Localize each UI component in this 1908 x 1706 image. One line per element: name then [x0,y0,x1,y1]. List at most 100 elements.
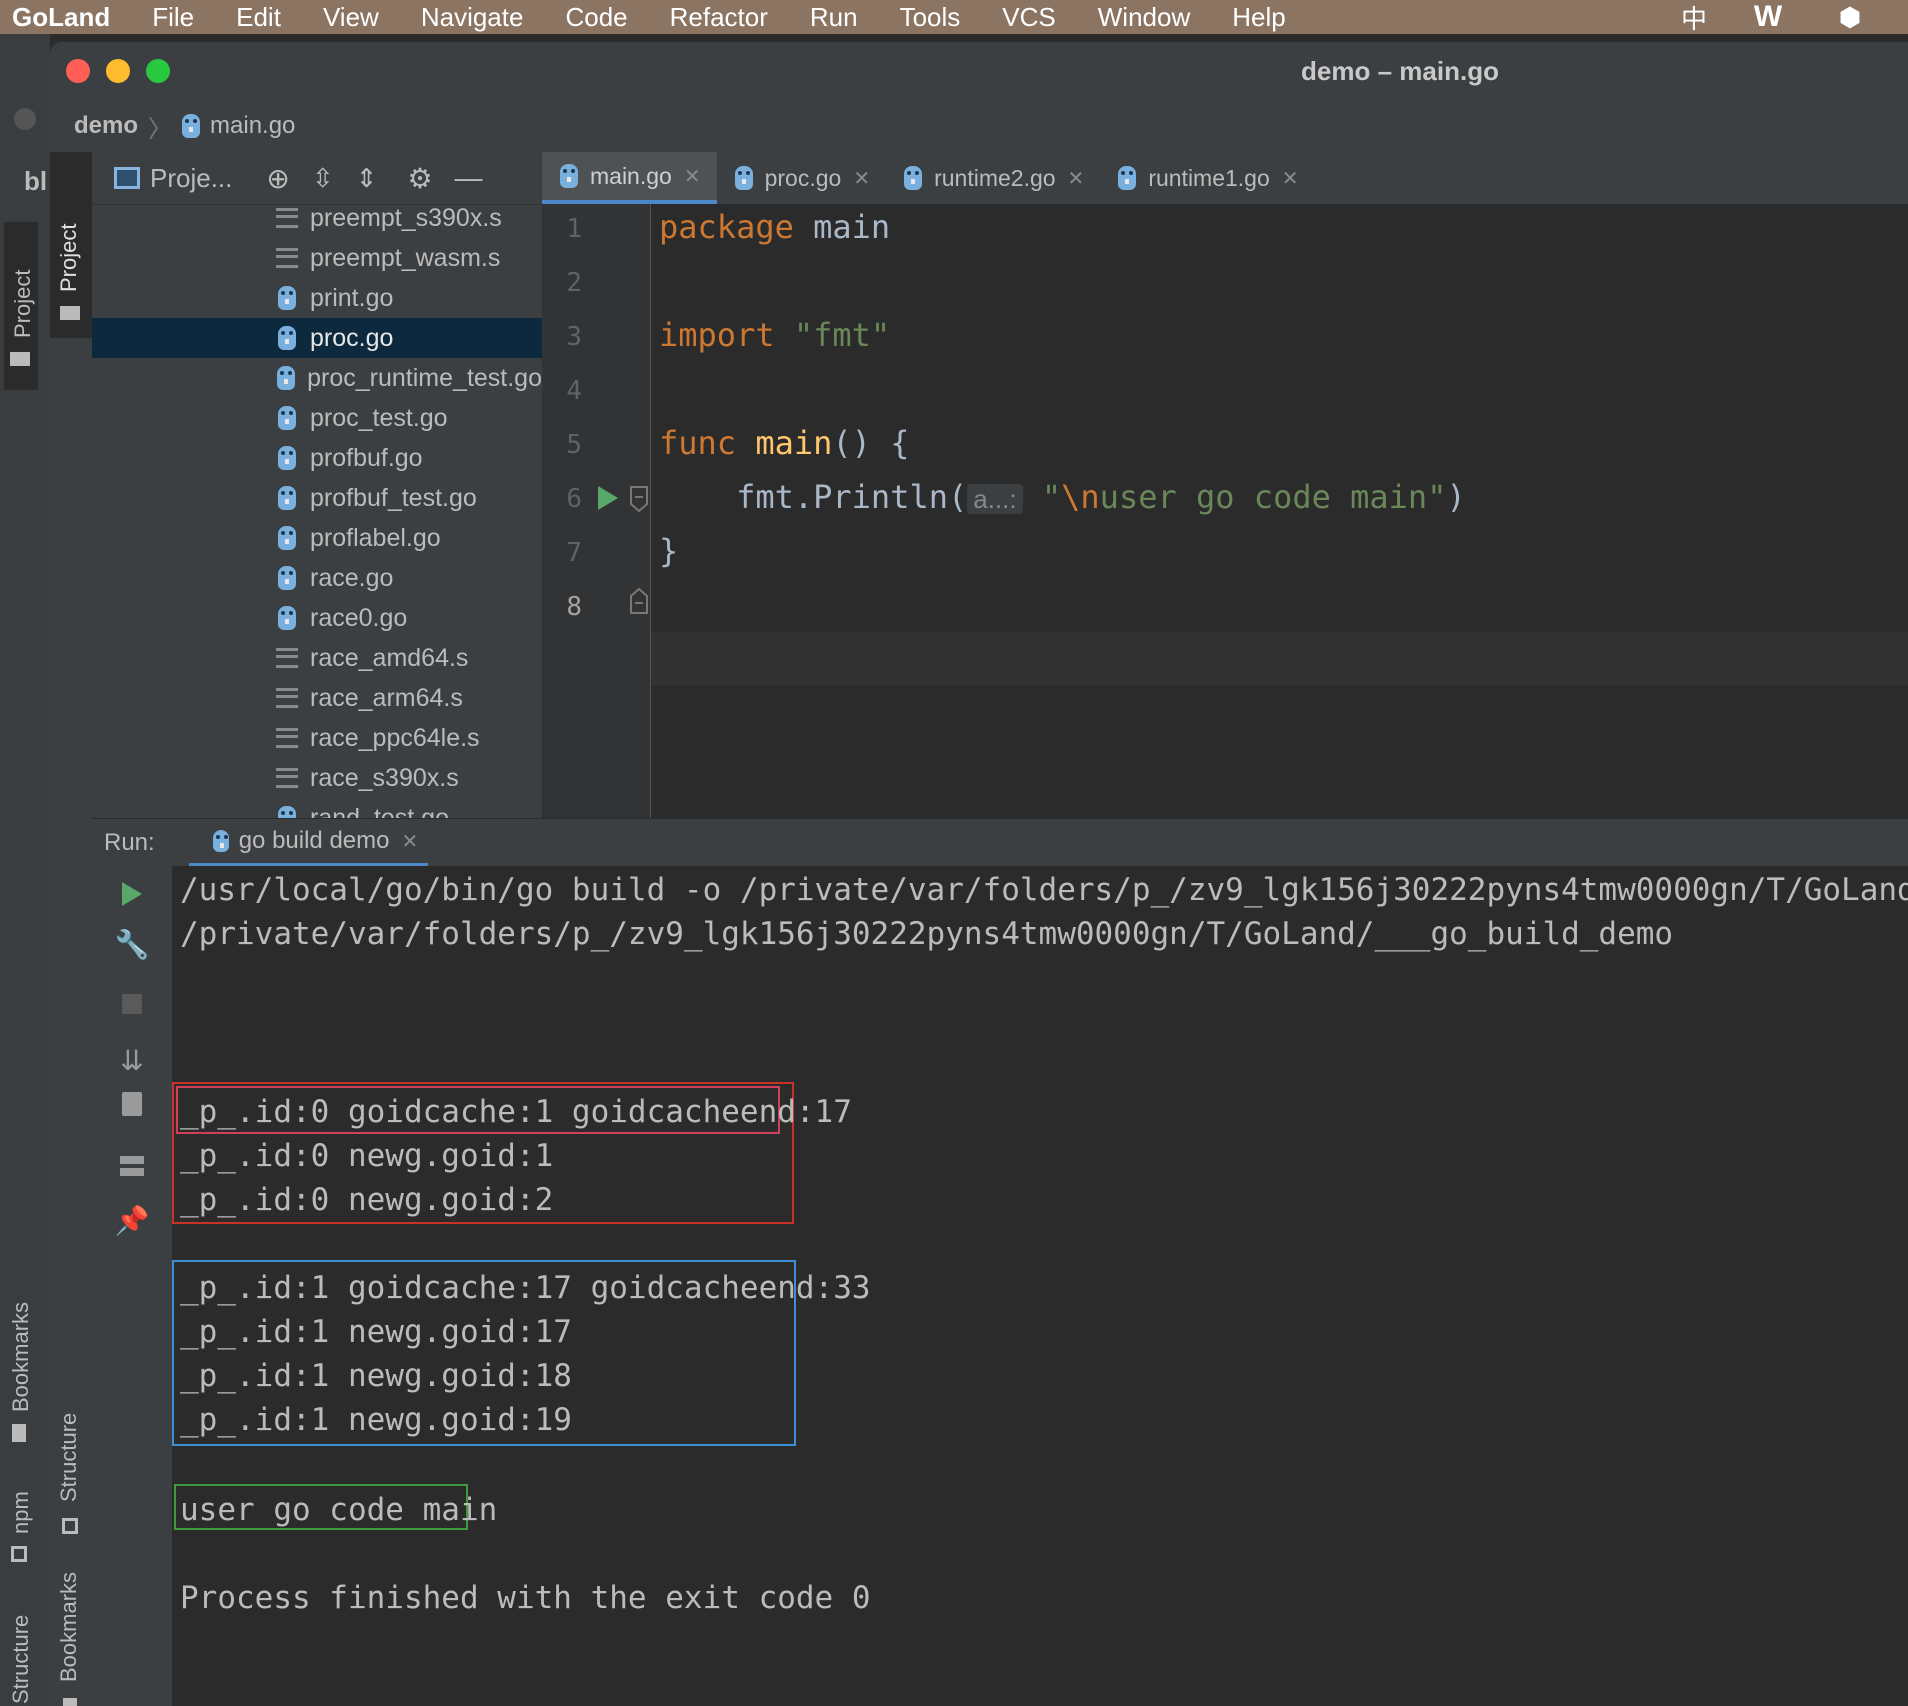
pin-icon[interactable]: 📌 [92,1204,172,1237]
stop-icon[interactable] [122,994,142,1014]
background-window: bl Project [0,34,50,1706]
console-line: _p_.id:0 goidcache:1 goidcacheend:17 [180,1094,852,1130]
close-tab-icon[interactable]: ✕ [1068,166,1085,191]
run-toolbar: 🔧 ⇊ 📌 [92,866,173,1706]
tree-item[interactable]: proc_runtime_test.go [92,358,542,398]
tree-item[interactable]: profbuf.go [92,438,542,478]
asm-file-icon [276,768,298,788]
breadcrumb-project[interactable]: demo [74,112,138,140]
fold-icon[interactable] [630,486,648,512]
structure-left-tab[interactable]: Structure [8,1615,34,1704]
tree-item-label: race_arm64.s [310,683,463,712]
close-tab-icon[interactable]: ✕ [1282,166,1299,191]
go-file-icon [278,566,296,590]
breadcrumb-file[interactable]: main.go [210,112,295,140]
menu-window[interactable]: Window [1078,2,1190,33]
console-line: _p_.id:1 newg.goid:19 [180,1402,572,1438]
line-number: 4 [566,376,582,406]
run-panel-header: Run: go build demo ✕ [92,818,1908,867]
close-tab-icon[interactable]: ✕ [853,166,870,191]
zoom-window-button[interactable] [146,59,170,83]
menu-navigate[interactable]: Navigate [401,2,524,33]
tree-item-label: race_s390x.s [310,763,459,792]
menu-file[interactable]: File [132,2,194,33]
minimize-icon[interactable]: — [455,162,483,194]
bookmarks-left-tab[interactable]: Bookmarks [8,1302,34,1412]
structure-tool-tab[interactable]: Structure [56,1413,82,1502]
run-gutter-icon[interactable] [596,484,620,512]
menu-help[interactable]: Help [1212,2,1285,33]
go-file-icon [734,166,753,190]
folder-icon [60,306,80,320]
tree-item[interactable]: preempt_wasm.s [92,238,542,278]
menu-edit[interactable]: Edit [216,2,281,33]
minimize-window-button[interactable] [106,59,130,83]
menu-tools[interactable]: Tools [880,2,961,33]
code-editor[interactable]: package main import "fmt" func main() { … [651,204,1908,818]
tree-item[interactable]: proflabel.go [92,518,542,558]
console-line: _p_.id:1 newg.goid:18 [180,1358,572,1394]
go-test-file-icon [278,486,296,510]
gear-icon[interactable]: ⚙ [407,162,432,195]
tree-item[interactable]: proc.go [92,318,542,358]
bg-project-tab[interactable]: Project [10,270,36,338]
line-number: 6 [566,484,582,514]
menu-vcs[interactable]: VCS [982,2,1055,33]
asm-file-icon [276,248,298,268]
tree-item-label: race_ppc64le.s [310,723,480,752]
scroll-to-end-icon[interactable]: ⇊ [92,1044,172,1077]
layout-icon[interactable] [120,1156,144,1176]
fold-end-icon[interactable] [630,588,648,614]
menu-view[interactable]: View [303,2,379,33]
navigation-bar: demo 〉 main.go [50,100,1908,153]
tree-item[interactable]: rand_test.go [92,798,542,818]
tree-item[interactable]: race_ppc64le.s [92,718,542,758]
locate-icon[interactable]: ⊕ [266,162,289,195]
bookmark-icon [63,1698,77,1706]
console-line: _p_.id:1 newg.goid:17 [180,1314,572,1350]
close-window-button[interactable] [66,59,90,83]
tree-item[interactable]: print.go [92,278,542,318]
hexagon-app-icon[interactable]: ⬢ [1830,0,1870,34]
npm-left-tab[interactable]: npm [8,1491,34,1534]
run-tab-go-build-demo[interactable]: go build demo ✕ [188,819,429,867]
menu-code[interactable]: Code [545,2,627,33]
tree-item[interactable]: race.go [92,558,542,598]
expand-all-icon[interactable]: ⇳ [312,163,334,194]
project-tool-tab[interactable]: Project [56,224,82,292]
w-app-icon[interactable]: W [1748,0,1788,34]
code-line-1: package main [659,208,891,246]
code-line-3: import "fmt" [659,316,891,354]
close-tab-icon[interactable]: ✕ [401,829,418,854]
tab-proc-go[interactable]: proc.go ✕ [717,152,886,204]
project-panel-title[interactable]: Proje... [150,163,232,194]
line-number: 7 [566,538,582,568]
asm-file-icon [276,648,298,668]
close-tab-icon[interactable]: ✕ [684,164,701,189]
tab-runtime1-go[interactable]: runtime1.go ✕ [1100,152,1314,204]
tree-item[interactable]: race0.go [92,598,542,638]
wrench-icon[interactable]: 🔧 [92,928,172,961]
tree-item[interactable]: race_arm64.s [92,678,542,718]
input-method-icon[interactable]: 中 [1674,0,1714,34]
tree-item-label: rand_test.go [310,803,449,819]
tab-main-go[interactable]: main.go ✕ [542,152,717,204]
menu-run[interactable]: Run [790,2,858,33]
tree-item[interactable]: race_s390x.s [92,758,542,798]
bookmarks-tool-tab[interactable]: Bookmarks [56,1572,82,1682]
tab-runtime2-go[interactable]: runtime2.go ✕ [886,152,1100,204]
run-console[interactable]: /usr/local/go/bin/go build -o /private/v… [172,866,1908,1706]
go-file-icon [278,606,296,630]
rerun-icon[interactable] [120,880,144,908]
tree-item[interactable]: profbuf_test.go [92,478,542,518]
breadcrumb-separator-icon: 〉 [148,115,173,143]
menu-app-goland[interactable]: GoLand [0,2,110,33]
collapse-all-icon[interactable]: ⇕ [356,163,378,194]
tree-item[interactable]: proc_test.go [92,398,542,438]
tree-item[interactable]: race_amd64.s [92,638,542,678]
tree-item[interactable]: preempt_s390x.s [92,204,542,238]
menu-refactor[interactable]: Refactor [650,2,768,33]
trash-icon[interactable] [122,1092,142,1116]
bg-window-text: bl [24,166,48,196]
project-tree: preempt_s390x.s preempt_wasm.s print.go pro… [92,204,542,818]
